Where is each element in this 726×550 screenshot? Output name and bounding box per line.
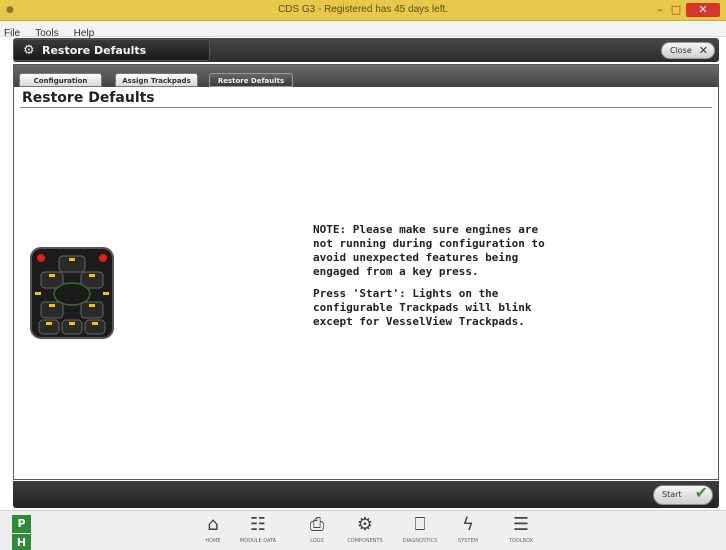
panel-title: Restore Defaults	[42, 44, 147, 57]
nav-label: LOGS	[310, 538, 324, 544]
gear-icon: ⚙	[23, 43, 35, 58]
nav-label: MODULE DATA	[239, 538, 277, 544]
trackpad-led-red-right	[99, 254, 107, 262]
main-panel: Configuration Assign Trackpads Restore D…	[13, 64, 719, 480]
tab-configuration[interactable]: Configuration	[19, 73, 102, 87]
panel-header: ⚙ Restore Defaults Close ✕	[13, 38, 719, 62]
nav-logs[interactable]: ⎙ LOGS	[295, 513, 339, 550]
start-label: Start	[662, 490, 682, 499]
trackpad-led-yellow	[69, 258, 75, 261]
trackpad-led-yellow	[89, 304, 95, 307]
title-divider	[20, 107, 712, 108]
maximize-button[interactable]: □	[668, 3, 684, 17]
start-button[interactable]: Start ✔	[653, 483, 713, 505]
minimize-button[interactable]: –	[652, 3, 668, 17]
toolbox-icon: ☰	[512, 514, 530, 535]
trackpad-led-yellow	[49, 274, 55, 277]
system-icon: ϟ	[462, 514, 474, 535]
trackpad-led-yellow	[103, 292, 109, 295]
nav-components[interactable]: ⚙ COMPONENTS	[343, 513, 387, 550]
nav-label: SYSTEM	[458, 538, 478, 544]
diagnostics-icon: ⎕	[414, 514, 426, 535]
close-panel-button[interactable]: Close ✕	[661, 42, 715, 59]
logs-icon: ⎙	[309, 514, 325, 535]
page-title: Restore Defaults	[22, 90, 155, 106]
checkmark-icon: ✔	[694, 483, 708, 502]
trackpad-led-yellow	[69, 322, 75, 325]
close-panel-label: Close	[670, 46, 692, 55]
close-icon: ✕	[698, 44, 708, 57]
module-data-icon: ☷	[249, 514, 267, 535]
indicator-h[interactable]: H	[12, 534, 31, 550]
nav-system[interactable]: ϟ SYSTEM	[446, 513, 490, 550]
nav-label: TOOLBOX	[508, 538, 534, 544]
tab-strip: Configuration Assign Trackpads Restore D…	[14, 65, 718, 87]
nav-label: DIAGNOSTICS	[402, 538, 438, 544]
trackpad-led-yellow	[89, 274, 95, 277]
nav-diagnostics[interactable]: ⎕ DIAGNOSTICS	[398, 513, 442, 550]
components-icon: ⚙	[356, 514, 374, 535]
action-bar: Start ✔	[13, 481, 719, 508]
title-bar: ● CDS G3 - Registered has 45 days left. …	[0, 0, 726, 21]
nav-toolbox[interactable]: ☰ TOOLBOX	[499, 513, 543, 550]
nav-module-data[interactable]: ☷ MODULE DATA	[236, 513, 280, 550]
trackpad-led-yellow	[46, 322, 52, 325]
bottom-nav: P H ⌂ HOME ☷ MODULE DATA ⎙ LOGS ⚙ COMPON…	[0, 510, 726, 550]
trackpad-led-yellow	[92, 322, 98, 325]
trackpad-image	[30, 247, 114, 339]
instructions-block: NOTE: Please make sure engines are not r…	[313, 223, 553, 337]
trackpad-led-yellow	[35, 292, 41, 295]
nav-home[interactable]: ⌂ HOME	[191, 513, 235, 550]
nav-label: HOME	[205, 538, 221, 544]
home-icon: ⌂	[207, 514, 219, 535]
indicator-p[interactable]: P	[12, 515, 31, 533]
window-title: CDS G3 - Registered has 45 days left.	[277, 4, 449, 15]
instruction-text: Press 'Start': Lights on the configurabl…	[313, 287, 532, 328]
menu-bar: File Tools Help	[0, 21, 726, 39]
tab-restore-defaults[interactable]: Restore Defaults	[209, 73, 293, 87]
trackpad-led-red-left	[37, 254, 45, 262]
tab-assign-trackpads[interactable]: Assign Trackpads	[115, 73, 198, 87]
panel-title-box: ⚙ Restore Defaults	[13, 39, 210, 61]
trackpad-led-yellow	[49, 304, 55, 307]
nav-label: COMPONENTS	[347, 538, 383, 544]
window-close-button[interactable]: ✕	[686, 3, 720, 17]
note-text: NOTE: Please make sure engines are not r…	[313, 223, 545, 278]
